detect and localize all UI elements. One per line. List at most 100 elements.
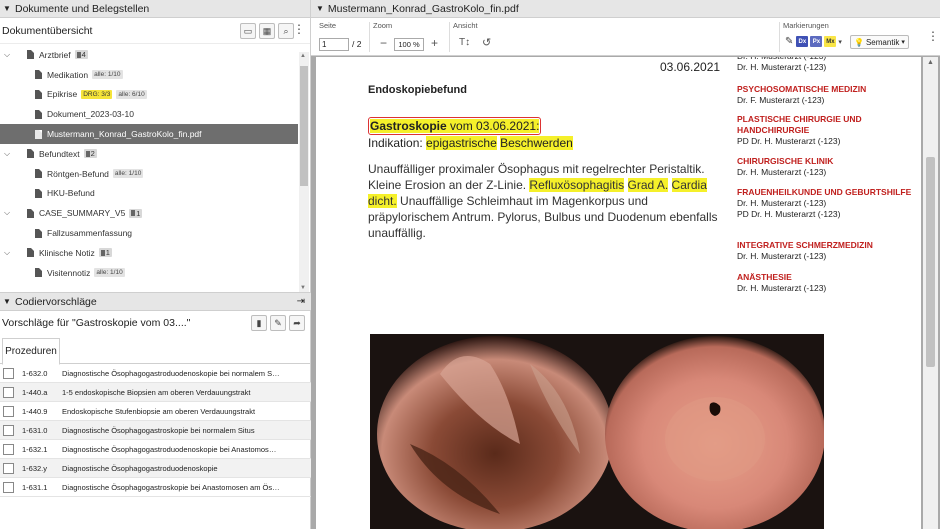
department-name: Frauenheilkunde und Geburtshilfe [737,187,912,197]
tree-document[interactable]: Visitennotiz alle: 1/10 [0,263,298,283]
table-row[interactable]: 1-632.1 Diagnostische Ösophagogastroduode… [0,440,311,459]
table-row[interactable]: 1-440.a 1-5 endoskopische Biopsien am obe… [0,383,311,402]
physician-name: PD Dr. H. Musterarzt (-123) [737,136,841,146]
tree-scrollbar[interactable]: ▲ ▼ [299,52,309,292]
edit-icon-button[interactable]: ✎ [270,315,286,331]
document-icon [35,169,42,179]
more-options-icon[interactable]: ⋮ [927,29,939,43]
markings-dropdown-icon[interactable]: ▾ [838,38,842,46]
scroll-up-icon[interactable]: ▲ [927,59,934,66]
chevron-down-icon[interactable]: ⌵ [4,50,10,60]
documents-panel-header[interactable]: ▼ Dokumente und Belegstellen [0,0,310,18]
highlight-segment: vom [446,119,477,133]
suggestions-toolbar: ▮ ✎ ➦ [251,315,305,331]
viewer-header[interactable]: ▼ Mustermann_Konrad_GastroKolo_fin.pdf [311,0,940,18]
department-block: Integrative Schmerzmedizin Dr. H. Mustera… [737,240,917,262]
tree-item-label: Röntgen-Befund [47,168,109,179]
chevron-down-icon: ▼ [3,4,11,13]
pdf-page: 03.06.2021 Endoskopiebefund Gastroskopie… [316,57,921,529]
table-row[interactable]: 1-631.1 Diagnostische Ösophagogastroskopi… [0,478,311,497]
zoom-input[interactable]: 100 % [394,38,424,51]
table-row[interactable]: 1-632.0 Diagnostische Ösophagogastroduode… [0,364,311,383]
chevron-down-icon[interactable]: ⌵ [4,149,10,159]
search-icon-button[interactable]: ⌕ [278,23,294,39]
procedure-code: 1-631.0 [22,425,48,435]
row-checkbox[interactable] [3,386,14,398]
tree-item-label: HKU-Befund [47,188,95,199]
more-options-icon[interactable]: ⋮ [293,22,305,36]
chevron-down-icon[interactable]: ⌵ [4,208,10,218]
mark-px-button[interactable]: Px [810,36,823,47]
status-badge: alle: 1/10 [92,70,123,80]
scroll-up-icon[interactable]: ▲ [300,53,306,59]
exam-title-line: Gastroskopie vom 03.06.2021: [368,117,573,135]
viewer-scrollbar[interactable]: ▲ [923,57,938,529]
mark-dx-button[interactable]: Dx [796,36,809,47]
gastroskopie-highlight[interactable]: Gastroskopie vom 03.06.2021: [368,117,542,135]
pin-icon[interactable]: ⇥ [297,296,305,307]
row-checkbox[interactable] [3,367,14,379]
document-icon-button[interactable]: ▭ [240,23,256,39]
rotate-icon[interactable]: ↺ [482,36,491,49]
row-checkbox[interactable] [3,481,14,493]
document-icon [35,188,42,198]
row-checkbox[interactable] [3,462,14,474]
text-size-icon[interactable]: T↕ [459,37,470,48]
semantic-dropdown[interactable]: 💡 Semantik ▾ [850,35,909,49]
highlight-epigastrische[interactable]: epigastrische [426,136,497,150]
physician-name: Dr. H. Musterarzt (-123) [737,198,827,208]
tree-document[interactable]: HKU-Befund [0,184,298,204]
coding-panel-header[interactable]: ▼ Codiervorschläge ⇥ [0,292,311,311]
document-count-badge: 1 [98,248,112,258]
overview-header: Dokumentübersicht ▭ ▦ ⌕ ⋮ [0,18,310,44]
tree-scroll-thumb[interactable] [300,66,308,186]
zoom-in-button[interactable]: + [431,36,438,50]
share-icon-button[interactable]: ➦ [289,315,305,331]
tree-document[interactable]: Epikrise DRG: 3/3 alle: 6/10 [0,85,298,105]
calendar-icon-button[interactable]: ▦ [259,23,275,39]
row-checkbox[interactable] [3,405,14,417]
table-row[interactable]: 1-631.0 Diagnostische Ösophagogastroskopi… [0,421,311,440]
highlight-refluxoesophagitis[interactable]: Refluxösophagitis [529,178,625,192]
tree-folder[interactable]: ⌵ CASE_SUMMARY_V5 1 [0,203,298,223]
department-block: Chirurgische Klinik Dr. H. Musterarzt (-1… [737,156,917,178]
zoom-out-button[interactable]: − [380,36,387,50]
highlight-dicht[interactable]: dicht. [368,194,397,208]
viewer-scroll-thumb[interactable] [926,157,935,367]
scroll-down-icon[interactable]: ▼ [300,285,306,291]
mark-mx-button[interactable]: Mx [824,36,837,47]
document-icon [35,228,42,238]
highlight-grad-a[interactable]: Grad A. [627,178,669,192]
department-block: Plastische Chirurgie und Handchirurgie PD… [737,114,917,147]
highlight-segment: Gastroskopie [370,119,447,133]
document-count-badge: 1 [129,208,143,218]
tree-document[interactable]: Röntgen-Befund alle: 1/10 [0,164,298,184]
tab-prozeduren[interactable]: Prozeduren [2,338,60,365]
page-input[interactable]: 1 [319,38,349,51]
book-icon-button[interactable]: ▮ [251,315,267,331]
tree-document[interactable]: Fallzusammenfassung [0,223,298,243]
tree-document[interactable]: Medikation alle: 1/10 [0,65,298,85]
coding-tabs: Prozeduren [0,336,311,365]
row-checkbox[interactable] [3,443,14,455]
highlight-beschwerden[interactable]: Beschwerden [500,136,573,150]
tree-item-label: Klinische Notiz [39,247,95,258]
suggestions-title: Vorschläge für "Gastroskopie vom 03...." [2,317,191,329]
procedure-code: 1-632.1 [22,444,48,454]
tree-document[interactable]: Mustermann_Konrad_GastroKolo_fin.pdf [0,124,298,144]
document-icon [35,129,42,139]
tree-document[interactable]: Dokument_2023-03-10 [0,104,298,124]
documents-panel-title: Dokumente und Belegstellen [15,2,150,15]
document-count-badge: 4 [74,50,88,60]
pen-icon[interactable]: ✎ [785,36,793,47]
tree-folder[interactable]: ⌵ Arztbrief 4 [0,45,298,65]
table-row[interactable]: 1-632.y Diagnostische Ösophagogastroduode… [0,459,311,478]
tree-folder[interactable]: ⌵ Klinische Notiz 1 [0,243,298,263]
row-checkbox[interactable] [3,424,14,436]
document-icon [27,208,34,218]
table-row[interactable]: 1-440.9 Endoskopische Stufenbiopsie am ob… [0,402,311,421]
tree-folder[interactable]: ⌵ Befundtext 2 [0,144,298,164]
chevron-down-icon[interactable]: ⌵ [4,248,10,258]
highlight-cardia[interactable]: Cardia [671,178,707,192]
